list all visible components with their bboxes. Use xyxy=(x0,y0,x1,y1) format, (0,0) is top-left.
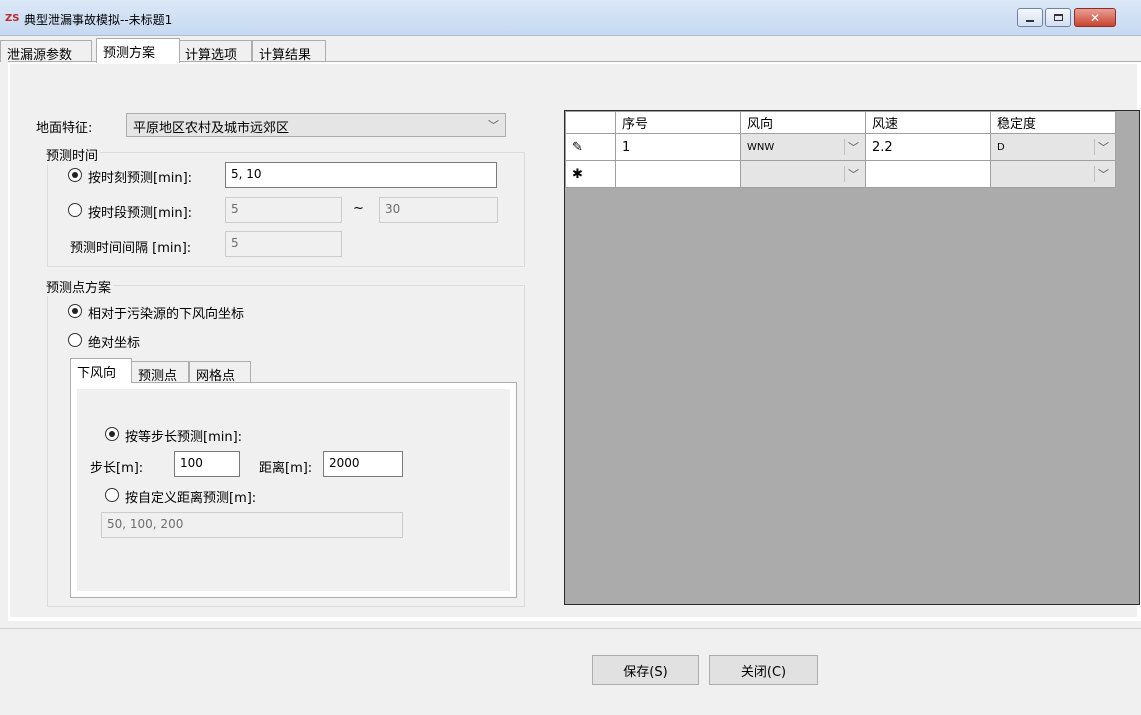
by-moment-radio[interactable] xyxy=(68,168,82,182)
distance-label: 距离[m]: xyxy=(259,461,313,476)
chevron-down-icon[interactable]: ﹀ xyxy=(844,166,859,182)
relative-coord-radio[interactable] xyxy=(68,304,82,318)
prediction-time-title: 预测时间 xyxy=(44,145,101,164)
cell-direction[interactable]: WNW ﹀ xyxy=(740,133,866,161)
ground-feature-value: 平原地区农村及城市远郊区 xyxy=(133,121,290,136)
tab-prediction-plan[interactable]: 预测方案 xyxy=(96,38,180,63)
column-header-direction[interactable]: 风向 xyxy=(740,111,866,134)
weather-grid[interactable]: 序号 风向 风速 稳定度 ✎ 1 WNW ﹀ 2.2 D ﹀ ✱ ﹀ ﹀ xyxy=(564,110,1140,605)
row-header-corner xyxy=(565,111,616,134)
column-header-stability[interactable]: 稳定度 xyxy=(990,111,1116,134)
asterisk-icon: ✱ xyxy=(572,166,583,182)
period-to-input[interactable]: 30 xyxy=(379,197,498,223)
minimize-icon xyxy=(1026,19,1034,22)
relative-coord-label: 相对于污染源的下风向坐标 xyxy=(88,307,245,322)
custom-distance-input[interactable]: 50, 100, 200 xyxy=(101,512,403,538)
chevron-down-icon: ﹀ xyxy=(488,119,499,132)
footer-divider xyxy=(0,628,1141,629)
ground-feature-select[interactable]: 平原地区农村及城市远郊区 ﹀ xyxy=(126,113,506,137)
by-period-radio[interactable] xyxy=(68,203,82,217)
subtab-downwind[interactable]: 下风向 xyxy=(70,358,132,383)
step-input[interactable]: 100 xyxy=(174,451,240,477)
stability-value: D xyxy=(997,141,1005,153)
period-from-input[interactable]: 5 xyxy=(225,197,342,223)
chevron-down-icon[interactable]: ﹀ xyxy=(1094,139,1109,155)
maximize-icon xyxy=(1053,14,1063,21)
cell-direction[interactable]: ﹀ xyxy=(740,160,866,188)
distance-input[interactable]: 2000 xyxy=(323,451,403,477)
period-tilde: ~ xyxy=(353,201,364,216)
column-header-speed[interactable]: 风速 xyxy=(865,111,991,134)
custom-distance-label: 按自定义距离预测[m]: xyxy=(125,491,257,506)
equal-step-radio[interactable] xyxy=(105,427,119,441)
cell-speed[interactable]: 2.2 xyxy=(865,133,991,161)
table-header-row: 序号 风向 风速 稳定度 xyxy=(565,111,1116,134)
interval-label: 预测时间间隔 [min]: xyxy=(70,241,192,256)
custom-distance-radio[interactable] xyxy=(105,488,119,502)
tab-leak-source[interactable]: 泄漏源参数 xyxy=(0,40,92,63)
weather-table: 序号 风向 风速 稳定度 ✎ 1 WNW ﹀ 2.2 D ﹀ ✱ ﹀ ﹀ xyxy=(565,111,1116,188)
cell-index[interactable]: 1 xyxy=(615,133,741,161)
chevron-down-icon[interactable]: ﹀ xyxy=(844,139,859,155)
close-button[interactable]: 关闭(C) xyxy=(709,655,818,685)
interval-input[interactable]: 5 xyxy=(225,231,342,257)
prediction-point-title: 预测点方案 xyxy=(44,277,114,296)
app-icon: ZS xyxy=(5,13,20,24)
equal-step-label: 按等步长预测[min]: xyxy=(125,430,243,445)
ground-feature-label: 地面特征: xyxy=(36,121,93,136)
minimize-button[interactable] xyxy=(1017,8,1043,27)
maximize-button[interactable] xyxy=(1045,8,1071,27)
cell-stability[interactable]: ﹀ xyxy=(990,160,1116,188)
table-row[interactable]: ✎ 1 WNW ﹀ 2.2 D ﹀ xyxy=(565,133,1116,161)
cell-index[interactable] xyxy=(615,160,741,188)
table-row-new[interactable]: ✱ ﹀ ﹀ xyxy=(565,160,1116,188)
direction-value: WNW xyxy=(747,141,775,153)
radio-dot-icon xyxy=(109,431,115,437)
cell-stability[interactable]: D ﹀ xyxy=(990,133,1116,161)
chevron-down-icon[interactable]: ﹀ xyxy=(1094,166,1109,182)
close-window-button[interactable]: ✕ xyxy=(1074,8,1116,27)
title-bar: ZS 典型泄漏事故模拟--未标题1 ✕ xyxy=(0,0,1141,36)
subtab-prediction-points[interactable]: 预测点 xyxy=(131,361,189,384)
tab-calc-results[interactable]: 计算结果 xyxy=(252,40,326,63)
by-moment-label: 按时刻预测[min]: xyxy=(88,171,193,186)
tab-calc-options[interactable]: 计算选项 xyxy=(178,40,252,63)
row-edit-marker: ✎ xyxy=(565,133,616,161)
by-moment-input[interactable]: 5, 10 xyxy=(225,162,497,188)
window-title: 典型泄漏事故模拟--未标题1 xyxy=(24,13,173,27)
step-label: 步长[m]: xyxy=(90,461,144,476)
subtab-grid-points[interactable]: 网格点 xyxy=(189,361,251,384)
absolute-coord-label: 绝对坐标 xyxy=(88,336,141,351)
pencil-icon: ✎ xyxy=(572,139,583,155)
row-new-marker: ✱ xyxy=(565,160,616,188)
cell-speed[interactable] xyxy=(865,160,991,188)
save-button[interactable]: 保存(S) xyxy=(592,655,699,685)
absolute-coord-radio[interactable] xyxy=(68,333,82,347)
close-icon: ✕ xyxy=(1089,10,1101,25)
column-header-index[interactable]: 序号 xyxy=(615,111,741,134)
by-period-label: 按时段预测[min]: xyxy=(88,206,193,221)
